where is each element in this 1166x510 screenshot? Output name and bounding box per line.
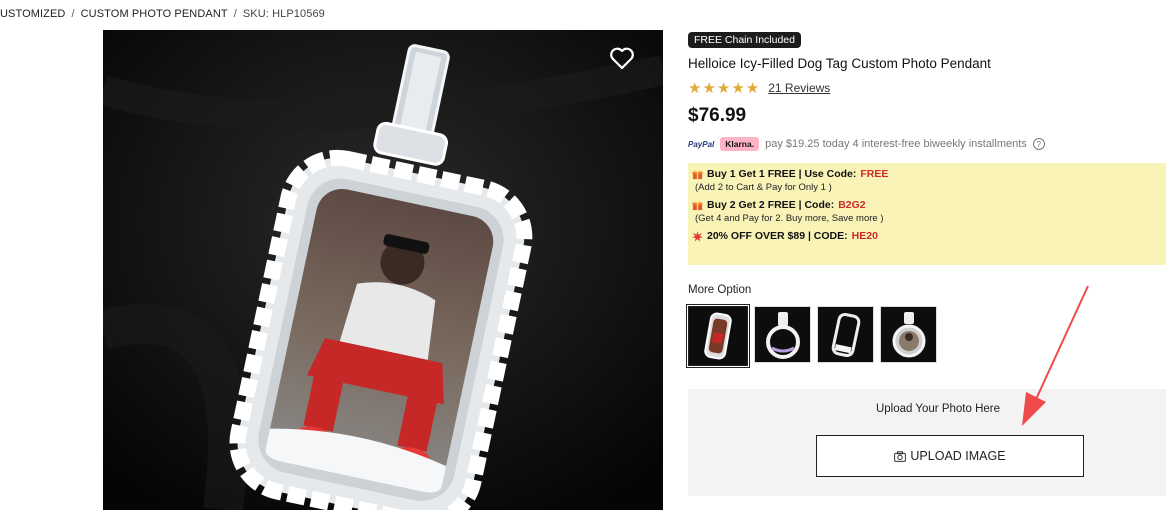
dog-tag-thumb [704,312,732,360]
camera-icon [894,450,907,462]
wishlist-heart-button[interactable] [609,46,643,80]
rating-row: ★★★★★ 21 Reviews [688,79,1166,97]
product-title: Helloice Icy-Filled Dog Tag Custom Photo… [688,56,991,71]
product-price: $76.99 [688,105,747,126]
breadcrumb-separator: / [233,8,237,20]
product-info: FREE Chain Included Helloice Icy-Filled … [688,30,1166,151]
upload-section: Upload Your Photo Here UPLOAD IMAGE [688,389,1166,496]
option-dog-tag-frame[interactable] [817,306,874,363]
reviews-link[interactable]: 21 Reviews [768,81,830,95]
breadcrumb-item-customized[interactable]: USTOMIZED [0,8,65,20]
klarna-logo: Klarna. [720,137,760,151]
promo-line: 20% OFF OVER $89 | CODE: HE20 [692,230,1162,242]
option-round-ring-pendant[interactable] [754,306,811,363]
burst-icon [692,230,703,242]
upload-button-label: UPLOAD IMAGE [910,449,1006,463]
help-icon[interactable]: ? [1032,138,1045,150]
heart-icon [610,47,634,70]
promo-line: Buy 2 Get 2 FREE | Code: B2G2 [692,199,1162,211]
promo-title: 20% OFF OVER $89 | CODE: [707,230,848,242]
promo-code[interactable]: FREE [860,168,888,180]
promo-title: Buy 1 Get 1 FREE | Use Code: [707,168,857,180]
promo-detail: (Add 2 to Cart & Pay for Only 1 ) [695,182,832,193]
gift-icon [692,169,703,179]
option-dog-tag-photo[interactable] [686,304,750,368]
option-round-photo-pendant[interactable] [880,306,937,363]
paypal-logo: PayPal [688,139,715,149]
dog-tag-frame-thumb [831,312,860,357]
more-option-label: More Option [688,284,752,296]
option-thumbnails [686,304,937,368]
breadcrumb: USTOMIZED / CUSTOM PHOTO PENDANT / SKU: HLP1… [0,8,325,20]
breadcrumb-separator: / [71,8,75,20]
round-ring-thumb [765,311,800,359]
breadcrumb-sku: SKU: HLP10569 [242,8,325,20]
star-rating: ★★★★★ [688,80,761,97]
product-main-image[interactable] [103,30,663,510]
promo-title: Buy 2 Get 2 FREE | Code: [707,199,835,211]
round-photo-thumb [892,311,925,357]
free-chain-badge: FREE Chain Included [688,32,801,48]
installment-text: pay $19.25 today 4 interest-free biweekl… [765,138,1027,150]
payment-options: PayPal Klarna. pay $19.25 today 4 intere… [688,137,1166,151]
promo-code[interactable]: B2G2 [838,199,865,211]
promo-detail: (Get 4 and Pay for 2. Buy more, Save mor… [695,213,884,224]
gift-icon [692,200,703,210]
upload-image-button[interactable]: UPLOAD IMAGE [816,435,1084,477]
promo-box: Buy 1 Get 1 FREE | Use Code: FREE (Add 2… [688,163,1166,265]
pendant-illustration [103,30,663,510]
promo-code[interactable]: HE20 [852,230,878,242]
breadcrumb-item-custom-photo-pendant[interactable]: CUSTOM PHOTO PENDANT [81,8,228,20]
upload-label: Upload Your Photo Here [875,403,1001,415]
promo-line: Buy 1 Get 1 FREE | Use Code: FREE [692,168,1162,180]
